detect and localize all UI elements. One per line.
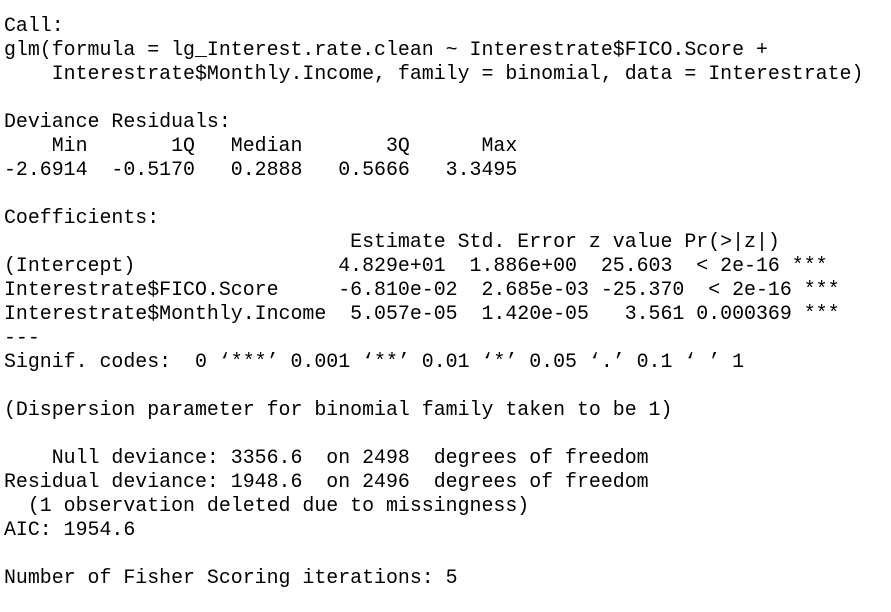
missingness-note: (1 observation deleted due to missingnes…: [4, 494, 530, 517]
aic-value: AIC: 1954.6: [4, 518, 136, 541]
call-formula-line-2: Interestrate$Monthly.Income, family = bi…: [4, 62, 864, 85]
deviance-residuals-columns: Min 1Q Median 3Q Max: [4, 134, 542, 157]
separator: ---: [4, 326, 40, 349]
deviance-residuals-values: -2.6914 -0.5170 0.2888 0.5666 3.3495: [4, 158, 542, 181]
null-deviance: Null deviance: 3356.6 on 2498 degrees of…: [4, 446, 649, 469]
r-console-output: Call: glm(formula = lg_Interest.rate.cle…: [4, 14, 888, 590]
coefficient-row-fico: Interestrate$FICO.Score -6.810e-02 2.685…: [4, 278, 840, 301]
call-header: Call:: [4, 14, 64, 37]
fisher-iterations: Number of Fisher Scoring iterations: 5: [4, 566, 458, 589]
signif-codes: Signif. codes: 0 ‘***’ 0.001 ‘**’ 0.01 ‘…: [4, 350, 745, 373]
coefficients-columns: Estimate Std. Error z value Pr(>|z|): [4, 230, 828, 253]
deviance-residuals-header: Deviance Residuals:: [4, 110, 231, 133]
coefficient-row-intercept: (Intercept) 4.829e+01 1.886e+00 25.603 <…: [4, 254, 828, 277]
coefficients-header: Coefficients:: [4, 206, 160, 229]
call-formula-line-1: glm(formula = lg_Interest.rate.clean ~ I…: [4, 38, 768, 61]
coefficient-row-monthly-income: Interestrate$Monthly.Income 5.057e-05 1.…: [4, 302, 840, 325]
dispersion-note: (Dispersion parameter for binomial famil…: [4, 398, 673, 421]
residual-deviance: Residual deviance: 1948.6 on 2496 degree…: [4, 470, 649, 493]
